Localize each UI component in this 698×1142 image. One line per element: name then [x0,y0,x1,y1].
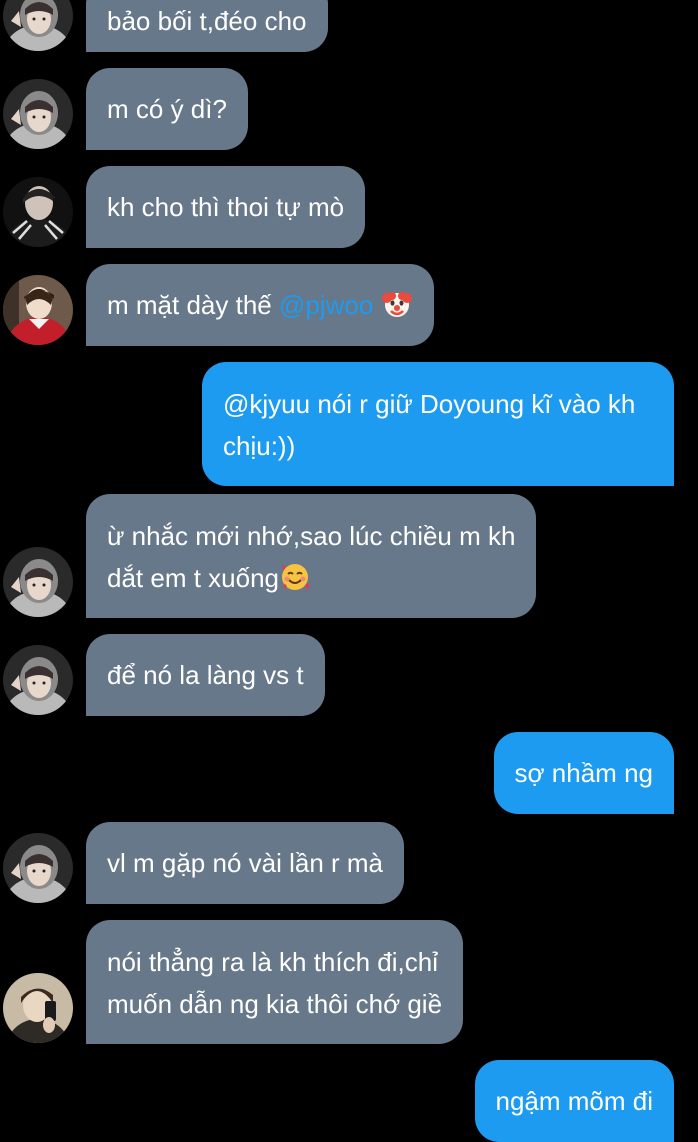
message-bubble-incoming[interactable]: kh cho thì thoi tự mò [86,166,366,248]
message-text-line: nói thẳng ra là kh thích đi,chỉ [107,947,438,977]
message-text: m có ý dì? [107,94,227,124]
message-text-line: chịu:)) [223,431,296,461]
message-bubble-outgoing[interactable]: sợ nhầm ng [493,732,674,814]
message-bubble-incoming[interactable]: để nó la làng vs t [86,634,325,716]
message-text-line: @kjyuu nói r giữ Doyoung kĩ vào kh [223,389,636,419]
message-text: bảo bối t,đéo cho [107,6,307,36]
message-text: sợ nhầm ng [514,758,653,788]
avatar-hood-boy-icon[interactable] [3,833,73,903]
smiling-face-with-hearts-icon [279,561,311,593]
message-bubble-incoming[interactable]: m mặt dày thế @pjwoo [86,264,434,346]
message-text: ngậm mõm đi [495,1086,654,1116]
message-bubble-incoming[interactable]: vl m gặp nó vài lần r mà [86,822,405,904]
message-bubble-incoming[interactable]: m có ý dì? [86,68,248,150]
message-text: vl m gặp nó vài lần r mà [107,848,384,878]
message-text-line: dắt em t xuống [107,563,279,593]
message-bubble-incoming[interactable]: nói thẳng ra là kh thích đi,chỉ muốn dẫn… [86,920,464,1044]
message-text-line: muốn dẫn ng kia thôi chớ giề [107,989,443,1019]
avatar-hood-boy-icon[interactable] [3,645,73,715]
message-text: m mặt dày thế [107,290,279,320]
message-bubble-incoming[interactable]: ừ nhắc mới nhớ,sao lúc chiều m kh dắt em… [86,494,537,618]
mention-link[interactable]: @pjwoo [279,290,373,320]
avatar-mirror-selfie-icon[interactable] [3,973,73,1043]
avatar-dark-boy-icon[interactable] [3,177,73,247]
message-text: kh cho thì thoi tự mò [107,192,345,222]
avatar-hood-boy-icon[interactable] [3,547,73,617]
message-text-line: ừ nhắc mới nhớ,sao lúc chiều m kh [107,521,516,551]
message-bubble-incoming[interactable]: bảo bối t,đéo cho [86,0,328,52]
avatar-red-jacket-icon[interactable] [3,275,73,345]
message-bubble-outgoing[interactable]: ngậm mõm đi [474,1060,674,1142]
message-text: để nó la làng vs t [107,660,304,690]
avatar-hood-boy-icon[interactable] [3,79,73,149]
clown-face-icon [381,288,413,320]
message-bubble-outgoing[interactable]: @kjyuu nói r giữ Doyoung kĩ vào kh chịu:… [202,362,674,486]
avatar-hood-boy-icon[interactable] [3,0,73,51]
